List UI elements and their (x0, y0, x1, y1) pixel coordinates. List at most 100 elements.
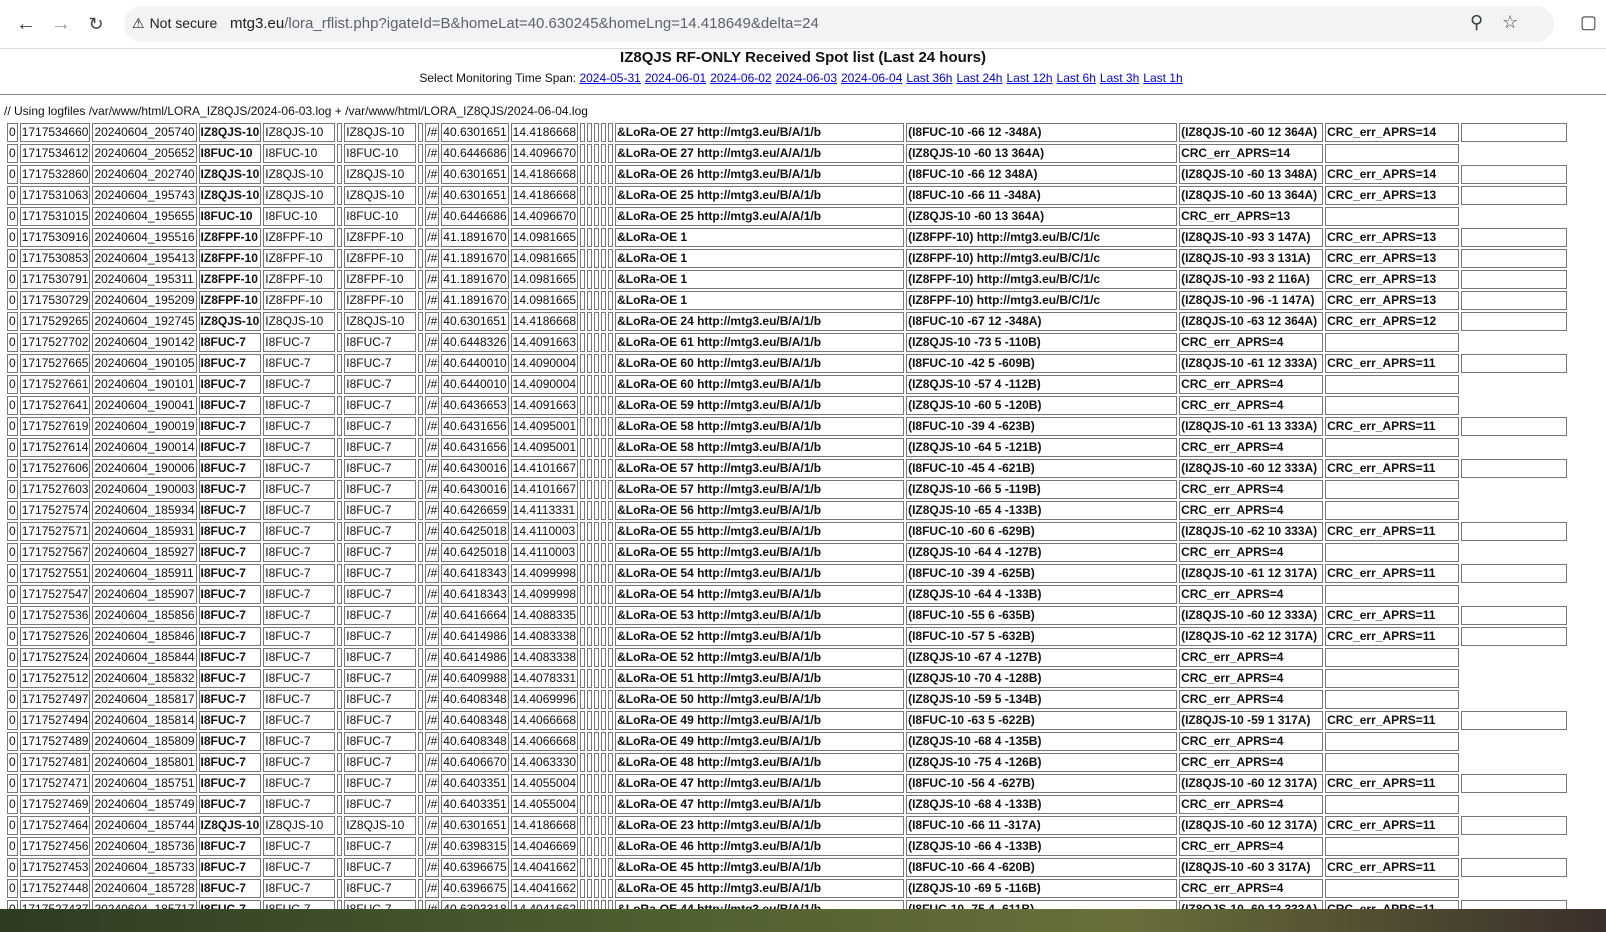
url-text[interactable]: mtg3.eu/lora_rflist.php?igateId=B&homeLa… (230, 15, 819, 32)
empty-cell (608, 501, 614, 520)
empty-cell (587, 606, 593, 625)
callsign-cell: I8FUC-7 (198, 354, 262, 373)
address-bar[interactable]: ⚠ Not secure mtg3.eu/lora_rflist.php?igat… (124, 6, 1554, 42)
datetime-cell: 20240604_195413 (92, 249, 197, 268)
symbol-cell: /# (425, 753, 440, 772)
bookmark-star-icon[interactable]: ☆ (1502, 12, 1518, 33)
longitude-cell: 14.4066668 (510, 732, 579, 751)
longitude-cell: 14.4046669 (510, 837, 579, 856)
table-row: 0 1717531015 20240604_195655 I8FUC-10 I8FUC-… (7, 207, 1567, 226)
dest-cell: I8FUC-7 (344, 480, 417, 499)
empty-cell (337, 522, 343, 541)
table-row: 0 1717527574 20240604_185934 I8FUC-7 I8FUC-7… (7, 501, 1567, 520)
time-span-link[interactable]: Last 24h (956, 71, 1002, 85)
time-span-link[interactable]: 2024-06-04 (841, 71, 902, 85)
longitude-cell: 14.4186668 (510, 312, 579, 331)
epoch-cell: 1717527603 (19, 480, 91, 499)
extra-cell (1461, 522, 1568, 541)
extensions-icon[interactable]: ▢ (1580, 12, 1597, 33)
rx-cell: CRC_err_APRS=13 (1325, 186, 1460, 205)
empty-cell (594, 207, 600, 226)
flag-cell: 0 (7, 249, 18, 268)
flag-cell: 0 (7, 354, 18, 373)
empty-cell (580, 123, 586, 142)
empty-cell (337, 228, 343, 247)
dest-cell: I8FUC-7 (344, 858, 417, 877)
datetime-cell: 20240604_185733 (92, 858, 197, 877)
source-cell: I8FUC-7 (263, 858, 336, 877)
comment-cell: &LoRa-OE 49 http://mtg3.eu/B/A/1/b (615, 732, 905, 751)
source-cell: IZ8QJS-10 (263, 312, 336, 331)
datetime-cell: 20240604_185927 (92, 543, 197, 562)
empty-cell (594, 690, 600, 709)
empty-cell (587, 564, 593, 583)
table-row: 0 1717527524 20240604_185844 I8FUC-7 I8FUC-7… (7, 648, 1567, 667)
empty-cell (580, 564, 586, 583)
datetime-cell: 20240604_195311 (92, 270, 197, 289)
source-cell: I8FUC-7 (263, 585, 336, 604)
longitude-cell: 14.4041662 (510, 900, 579, 909)
rx-cell: (I8FUC-10 -57 5 -632B) (906, 627, 1178, 646)
empty-cell (418, 711, 424, 730)
callsign-cell: I8FUC-7 (198, 375, 262, 394)
time-span-link[interactable]: 2024-05-31 (579, 71, 640, 85)
reload-icon[interactable]: ↻ (82, 10, 110, 38)
rx-cell: (IZ8QJS-10 -70 4 -128B) (906, 669, 1178, 688)
time-span-link[interactable]: 2024-06-03 (776, 71, 837, 85)
longitude-cell: 14.4055004 (510, 774, 579, 793)
flag-cell: 0 (7, 879, 18, 898)
empty-cell (337, 459, 343, 478)
symbol-cell: /# (425, 165, 440, 184)
source-cell: I8FUC-7 (263, 606, 336, 625)
empty-cell (594, 522, 600, 541)
time-span-link[interactable]: Last 12h (1006, 71, 1052, 85)
longitude-cell: 14.4110003 (510, 522, 579, 541)
time-span-link[interactable]: Last 36h (906, 71, 952, 85)
symbol-cell: /# (425, 312, 440, 331)
empty-cell (337, 291, 343, 310)
empty-cell (418, 354, 424, 373)
desktop-strip (0, 909, 1606, 932)
source-cell: I8FUC-7 (263, 648, 336, 667)
empty-cell (594, 795, 600, 814)
empty-cell (601, 585, 607, 604)
security-indicator[interactable]: ⚠ Not secure (132, 15, 217, 32)
empty-cell (594, 417, 600, 436)
source-cell: IZ8FPF-10 (263, 228, 336, 247)
longitude-cell: 14.4095001 (510, 417, 579, 436)
rx-cell: (IZ8QJS-10 -60 3 317A) (1179, 858, 1324, 877)
symbol-cell: /# (425, 228, 440, 247)
table-row: 0 1717530916 20240604_195516 IZ8FPF-10 IZ8FP… (7, 228, 1568, 247)
empty-cell (418, 270, 424, 289)
empty-cell (337, 186, 343, 205)
time-span-link[interactable]: Last 1h (1143, 71, 1182, 85)
symbol-cell: /# (425, 417, 440, 436)
symbol-cell: /# (425, 690, 440, 709)
forward-arrow-icon[interactable]: → (47, 10, 75, 38)
time-span-link[interactable]: 2024-06-01 (645, 71, 706, 85)
security-label: Not secure (149, 15, 218, 31)
rx-cell (1325, 375, 1460, 394)
empty-cell (337, 480, 343, 499)
callsign-cell: I8FUC-7 (198, 606, 262, 625)
empty-cell (587, 837, 593, 856)
symbol-cell: /# (425, 291, 440, 310)
back-arrow-icon[interactable]: ← (12, 10, 40, 38)
table-row: 0 1717532860 20240604_202740 IZ8QJS-10 IZ8QJ… (7, 165, 1568, 184)
epoch-cell: 1717527456 (19, 837, 91, 856)
zoom-icon[interactable]: ⚲ (1470, 12, 1483, 33)
callsign-cell: IZ8QJS-10 (198, 123, 262, 142)
datetime-cell: 20240604_185801 (92, 753, 197, 772)
callsign-cell: I8FUC-7 (198, 795, 262, 814)
flag-cell: 0 (7, 858, 18, 877)
empty-cell (601, 249, 607, 268)
table-row: 0 1717527614 20240604_190014 I8FUC-7 I8FUC-7… (7, 438, 1567, 457)
time-span-link[interactable]: Last 3h (1100, 71, 1139, 85)
empty-cell (337, 648, 343, 667)
time-span-link[interactable]: Last 6h (1057, 71, 1096, 85)
longitude-cell: 14.4113331 (510, 501, 579, 520)
empty-cell (587, 669, 593, 688)
empty-cell (608, 207, 614, 226)
rx-cell: (IZ8QJS-10 -64 5 -121B) (906, 438, 1178, 457)
time-span-link[interactable]: 2024-06-02 (710, 71, 771, 85)
